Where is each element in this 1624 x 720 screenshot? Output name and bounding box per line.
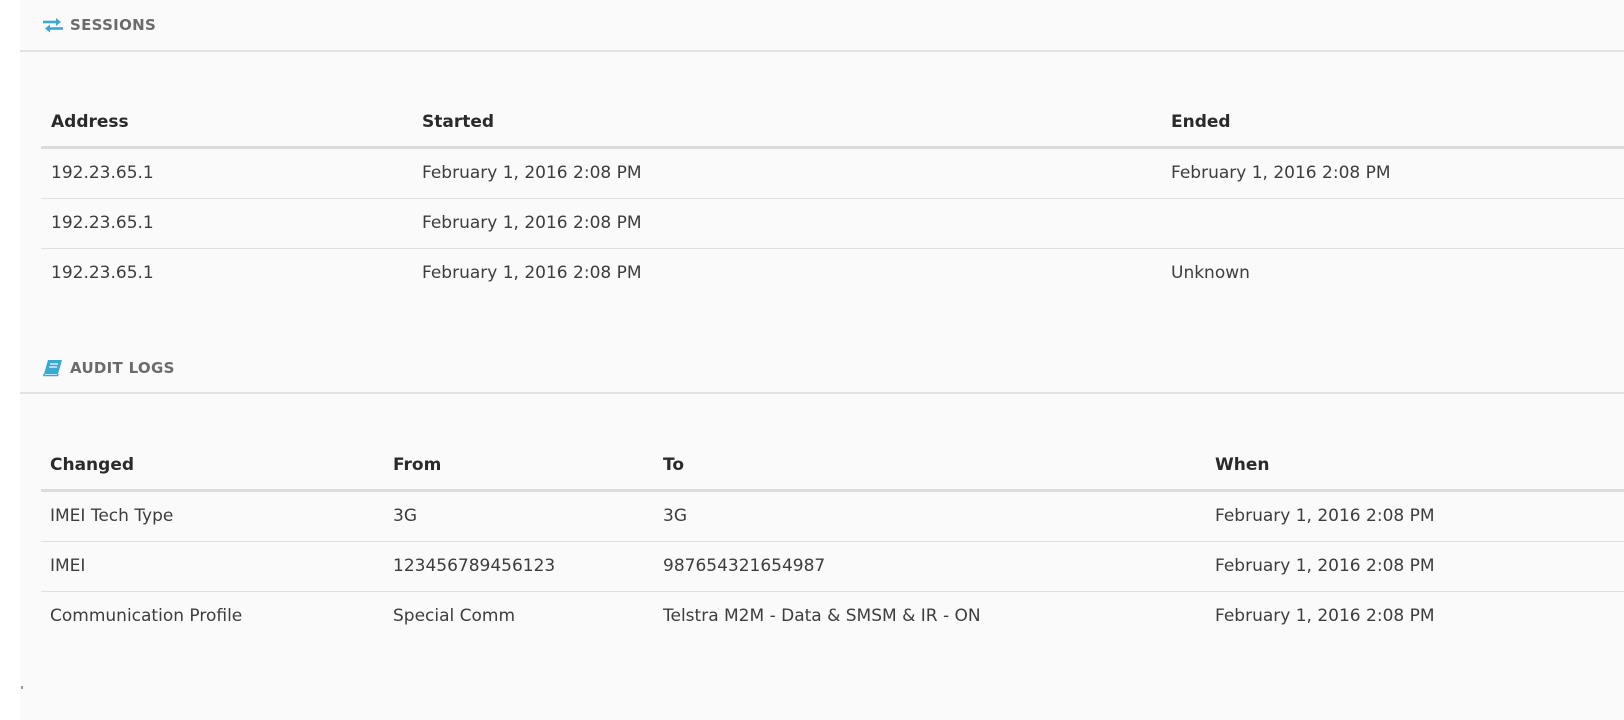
session-address: 192.23.65.1 — [51, 263, 154, 283]
sessions-divider — [20, 50, 1624, 52]
audit-logs-title: AUDIT LOGS — [70, 359, 175, 377]
audit-when: February 1, 2016 2:08 PM — [1215, 506, 1435, 526]
table-row[interactable]: 192.23.65.1 February 1, 2016 2:08 PM Feb… — [41, 149, 1624, 199]
column-header-started[interactable]: Started — [422, 112, 494, 132]
sessions-header: SESSIONS — [20, 15, 1624, 35]
page: SESSIONS Address Started Ended 192.23.65… — [0, 0, 1624, 720]
session-started: February 1, 2016 2:08 PM — [422, 213, 642, 233]
sessions-table-header: Address Started Ended — [41, 98, 1624, 149]
audit-from: 123456789456123 — [393, 556, 556, 576]
audit-from: 3G — [393, 506, 417, 526]
table-row[interactable]: IMEI 123456789456123 987654321654987 Feb… — [41, 542, 1624, 592]
session-address: 192.23.65.1 — [51, 213, 154, 233]
audit-to: Telstra M2M - Data & SMSM & IR - ON — [663, 606, 981, 626]
session-ended: February 1, 2016 2:08 PM — [1171, 163, 1391, 183]
column-header-ended[interactable]: Ended — [1171, 112, 1231, 132]
session-started: February 1, 2016 2:08 PM — [422, 263, 642, 283]
audit-changed: IMEI — [50, 556, 86, 576]
book-icon — [42, 358, 64, 378]
sessions-table: Address Started Ended 192.23.65.1 Februa… — [41, 98, 1624, 298]
audit-changed: IMEI Tech Type — [50, 506, 174, 526]
audit-changed: Communication Profile — [50, 606, 243, 626]
audit-from: Special Comm — [393, 606, 516, 626]
audit-to: 3G — [663, 506, 687, 526]
audit-logs-divider — [20, 392, 1624, 394]
audit-logs-table: Changed From To When IMEI Tech Type 3G 3… — [41, 441, 1624, 641]
table-row[interactable]: 192.23.65.1 February 1, 2016 2:08 PM Unk… — [41, 249, 1624, 298]
column-header-to[interactable]: To — [663, 455, 684, 475]
sessions-title: SESSIONS — [70, 16, 157, 34]
column-header-changed[interactable]: Changed — [50, 455, 134, 475]
swap-arrows-icon — [42, 15, 64, 35]
audit-logs-table-header: Changed From To When — [41, 441, 1624, 492]
audit-logs-header: AUDIT LOGS — [20, 358, 1624, 378]
session-address: 192.23.65.1 — [51, 163, 154, 183]
audit-to: 987654321654987 — [663, 556, 826, 576]
audit-when: February 1, 2016 2:08 PM — [1215, 556, 1435, 576]
column-header-when[interactable]: When — [1215, 455, 1270, 475]
table-row[interactable]: IMEI Tech Type 3G 3G February 1, 2016 2:… — [41, 492, 1624, 542]
audit-when: February 1, 2016 2:08 PM — [1215, 606, 1435, 626]
table-row[interactable]: 192.23.65.1 February 1, 2016 2:08 PM — [41, 199, 1624, 249]
column-header-address[interactable]: Address — [51, 112, 129, 132]
session-started: February 1, 2016 2:08 PM — [422, 163, 642, 183]
session-ended: Unknown — [1171, 263, 1250, 283]
column-header-from[interactable]: From — [393, 455, 441, 475]
table-row[interactable]: Communication Profile Special Comm Telst… — [41, 592, 1624, 641]
corner-mark — [21, 686, 23, 689]
